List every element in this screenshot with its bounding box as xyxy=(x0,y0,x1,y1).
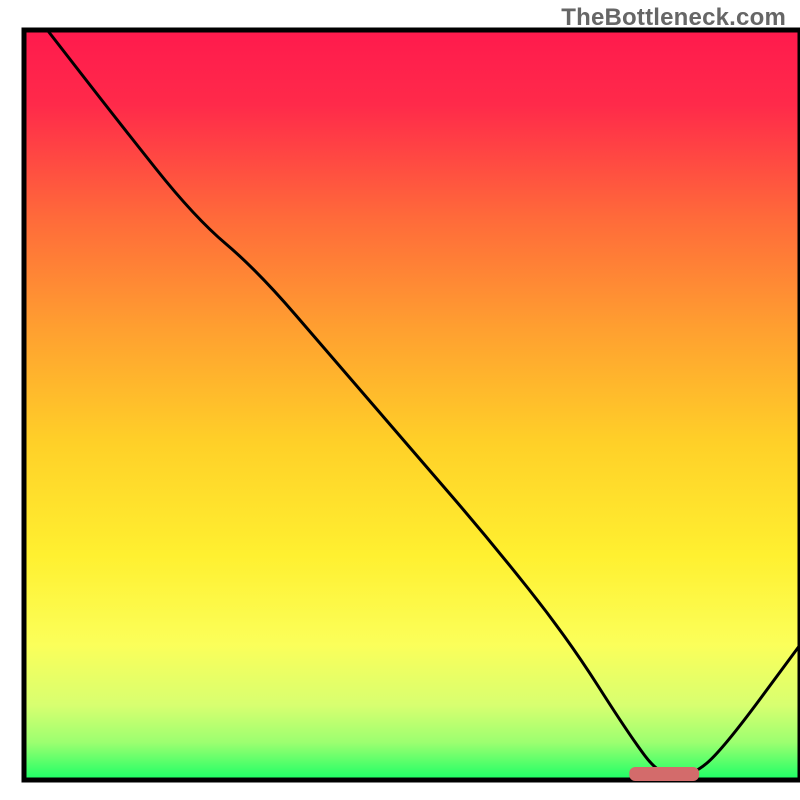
optimal-marker xyxy=(629,767,699,781)
bottleneck-chart xyxy=(0,0,800,800)
watermark-text: TheBottleneck.com xyxy=(561,4,786,32)
plot-area xyxy=(24,30,800,781)
chart-container: { "watermark": "TheBottleneck.com", "cha… xyxy=(0,0,800,800)
plot-background xyxy=(24,30,800,780)
